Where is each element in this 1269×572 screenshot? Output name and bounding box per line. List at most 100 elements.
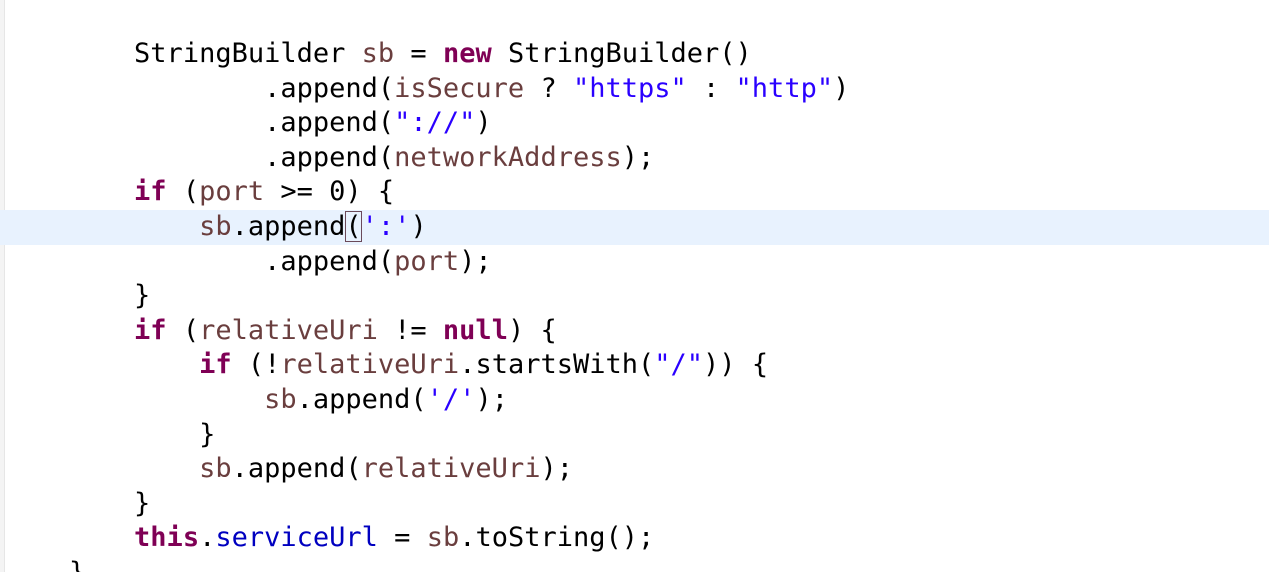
code-token: != bbox=[377, 314, 443, 346]
code-line[interactable]: } bbox=[0, 279, 1269, 314]
code-line[interactable]: if (!relativeUri.startsWith("/")) { bbox=[0, 348, 1269, 383]
code-line-current[interactable]: sb.append(':') bbox=[0, 210, 1269, 245]
code-token: "http" bbox=[735, 72, 834, 104]
code-token: StringBuilder() bbox=[491, 38, 752, 69]
code-line[interactable]: .append(networkAddress); bbox=[0, 141, 1269, 176]
code-token: port bbox=[394, 245, 460, 277]
code-token: ':' bbox=[361, 211, 411, 242]
code-line-text: sb.append('/'); bbox=[4, 383, 508, 418]
code-line[interactable]: StringBuilder sb = new StringBuilder() bbox=[0, 37, 1269, 72]
code-line-text: .append(networkAddress); bbox=[4, 141, 654, 176]
code-line-text: } bbox=[4, 487, 150, 522]
code-token: serviceUrl bbox=[215, 522, 378, 554]
code-token: .append( bbox=[264, 72, 395, 104]
code-line-text: if (port >= 0) { bbox=[4, 175, 394, 210]
code-token: new bbox=[442, 38, 492, 69]
code-line-text: } bbox=[4, 556, 85, 572]
code-line-text: } bbox=[4, 418, 215, 453]
code-line-text: StringBuilder sb = new StringBuilder() bbox=[4, 37, 752, 72]
code-token: } bbox=[134, 280, 151, 312]
code-line-text: if (!relativeUri.startsWith("/")) { bbox=[4, 348, 768, 383]
code-token: .append( bbox=[264, 245, 395, 277]
code-token: if bbox=[199, 349, 232, 381]
code-line[interactable]: this.serviceUrl = sb.toString(); bbox=[0, 521, 1269, 556]
code-token: ); bbox=[459, 245, 492, 277]
code-line-text: .append("://") bbox=[4, 106, 492, 141]
code-token: .append( bbox=[264, 141, 395, 173]
code-token: sb bbox=[264, 384, 297, 415]
code-line-text: sb.append(':') bbox=[4, 210, 427, 245]
code-token: sb bbox=[199, 453, 232, 485]
code-token: "https" bbox=[572, 72, 687, 104]
code-token: .append( bbox=[231, 453, 362, 485]
code-token: sb bbox=[199, 211, 232, 242]
code-token: >= 0) { bbox=[264, 176, 395, 208]
code-token: = bbox=[377, 522, 427, 554]
code-line[interactable]: if (relativeUri != null) { bbox=[0, 314, 1269, 349]
code-line[interactable]: sb.append('/'); bbox=[0, 383, 1269, 418]
code-token: ) { bbox=[507, 314, 557, 346]
code-token: port bbox=[199, 176, 265, 208]
code-token: } bbox=[199, 418, 216, 450]
code-token: this bbox=[134, 522, 200, 554]
code-token: .append bbox=[231, 211, 346, 242]
code-line[interactable]: } bbox=[0, 418, 1269, 453]
code-line-text: if (relativeUri != null) { bbox=[4, 314, 557, 349]
code-token: if bbox=[134, 176, 167, 208]
code-line[interactable]: .append(port); bbox=[0, 245, 1269, 280]
code-token: if bbox=[134, 314, 167, 346]
code-token: relativeUri bbox=[280, 349, 460, 381]
code-token: . bbox=[199, 522, 216, 554]
code-token: relativeUri bbox=[199, 314, 378, 346]
code-line[interactable]: if (port >= 0) { bbox=[0, 175, 1269, 210]
code-token: ); bbox=[621, 141, 655, 173]
code-line[interactable]: .append(isSecure ? "https" : "http") bbox=[0, 72, 1269, 107]
code-token: ) bbox=[410, 211, 427, 242]
code-token: "/" bbox=[654, 349, 704, 381]
code-token: .startsWith( bbox=[459, 349, 655, 381]
code-token: : bbox=[686, 72, 736, 104]
code-token: sb bbox=[426, 522, 460, 554]
code-token: = bbox=[394, 38, 443, 69]
code-token: '/' bbox=[426, 384, 476, 415]
code-line-text: sb.append(relativeUri); bbox=[4, 452, 573, 487]
code-line[interactable]: .append("://") bbox=[0, 106, 1269, 141]
code-token: } bbox=[134, 487, 151, 519]
code-token: )) { bbox=[703, 349, 769, 381]
code-editor[interactable]: StringBuilder sb = new StringBuilder() .… bbox=[0, 0, 1269, 572]
code-token: "://" bbox=[394, 107, 476, 139]
code-token: } bbox=[69, 557, 85, 572]
code-token: networkAddress bbox=[394, 141, 622, 173]
code-line-text: .append(port); bbox=[4, 245, 492, 280]
code-token: .toString(); bbox=[459, 522, 655, 554]
code-token: sb bbox=[361, 38, 395, 69]
code-line-text: this.serviceUrl = sb.toString(); bbox=[4, 521, 654, 556]
code-token: ( bbox=[166, 176, 200, 208]
matching-bracket-highlight: ( bbox=[345, 211, 362, 242]
code-line[interactable]: } bbox=[0, 487, 1269, 522]
code-token: (! bbox=[231, 349, 281, 381]
code-token: .append( bbox=[264, 107, 395, 139]
code-token: null bbox=[442, 314, 508, 346]
code-line[interactable]: sb.append(relativeUri); bbox=[0, 452, 1269, 487]
code-token: ( bbox=[166, 314, 200, 346]
code-line-text: .append(isSecure ? "https" : "http") bbox=[4, 72, 849, 107]
code-token: ) bbox=[475, 107, 492, 139]
code-line[interactable]: } bbox=[0, 556, 1269, 572]
